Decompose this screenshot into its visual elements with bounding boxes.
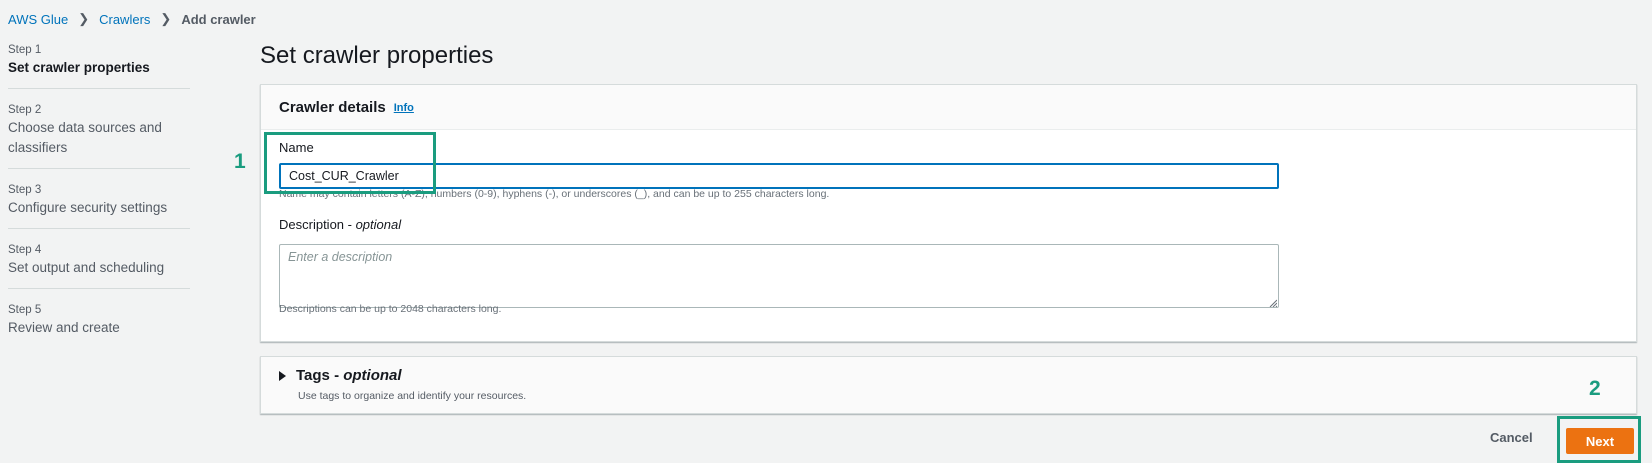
step-number: Step 5: [8, 304, 42, 316]
resize-handle-icon[interactable]: [1269, 299, 1277, 307]
wizard-step-1: Step 1 Set crawler properties: [8, 42, 190, 89]
crawler-details-panel: Crawler details Info Name Name may conta…: [260, 84, 1637, 342]
description-hint: Descriptions can be up to 2048 character…: [279, 303, 502, 315]
description-label-text: Description -: [279, 217, 356, 232]
annotation-box-name: [264, 132, 436, 194]
panel-header: Crawler details Info: [261, 85, 1636, 130]
step-label: Review and create: [8, 320, 120, 335]
caret-right-icon: [279, 370, 286, 381]
step-label: Set output and scheduling: [8, 260, 165, 275]
tags-description: Use tags to organize and identify your r…: [298, 390, 527, 402]
step-label: Configure security settings: [8, 200, 168, 215]
cancel-button[interactable]: Cancel: [1490, 430, 1533, 445]
tags-title-text: Tags -: [296, 367, 344, 384]
wizard-steps: Step 1 Set crawler properties Step 2 Cho…: [8, 42, 190, 361]
tags-panel[interactable]: Tags - optional Use tags to organize and…: [260, 356, 1637, 414]
step-number: Step 4: [8, 244, 42, 256]
step-number: Step 1: [8, 44, 42, 56]
info-link[interactable]: Info: [394, 102, 414, 114]
step-number: Step 2: [8, 104, 42, 116]
chevron-right-icon: ❯: [78, 11, 90, 26]
description-input[interactable]: [279, 244, 1279, 308]
breadcrumb-crawlers[interactable]: Crawlers: [99, 12, 150, 27]
breadcrumb: AWS Glue ❯ Crawlers ❯ Add crawler: [8, 11, 256, 27]
wizard-step-3: Step 3 Configure security settings: [8, 182, 190, 229]
tags-title: Tags - optional: [296, 367, 402, 384]
step-label: Choose data sources and classifiers: [8, 120, 162, 155]
page-title: Set crawler properties: [260, 42, 494, 69]
wizard-step-4: Step 4 Set output and scheduling: [8, 242, 190, 289]
annotation-number-2: 2: [1589, 377, 1601, 400]
step-label: Set crawler properties: [8, 60, 150, 75]
panel-title: Crawler details: [279, 98, 386, 116]
step-number: Step 3: [8, 184, 42, 196]
optional-text: optional: [343, 367, 402, 384]
chevron-right-icon: ❯: [160, 11, 172, 26]
annotation-box-next: [1557, 416, 1641, 463]
annotation-number-1: 1: [234, 150, 246, 173]
tags-expand-toggle[interactable]: Tags - optional: [279, 367, 402, 384]
breadcrumb-current: Add crawler: [181, 11, 256, 27]
description-label: Description - optional: [279, 217, 401, 232]
wizard-step-2: Step 2 Choose data sources and classifie…: [8, 102, 190, 169]
wizard-step-5: Step 5 Review and create: [8, 302, 190, 348]
optional-text: optional: [355, 217, 402, 232]
breadcrumb-aws-glue[interactable]: AWS Glue: [8, 12, 68, 27]
